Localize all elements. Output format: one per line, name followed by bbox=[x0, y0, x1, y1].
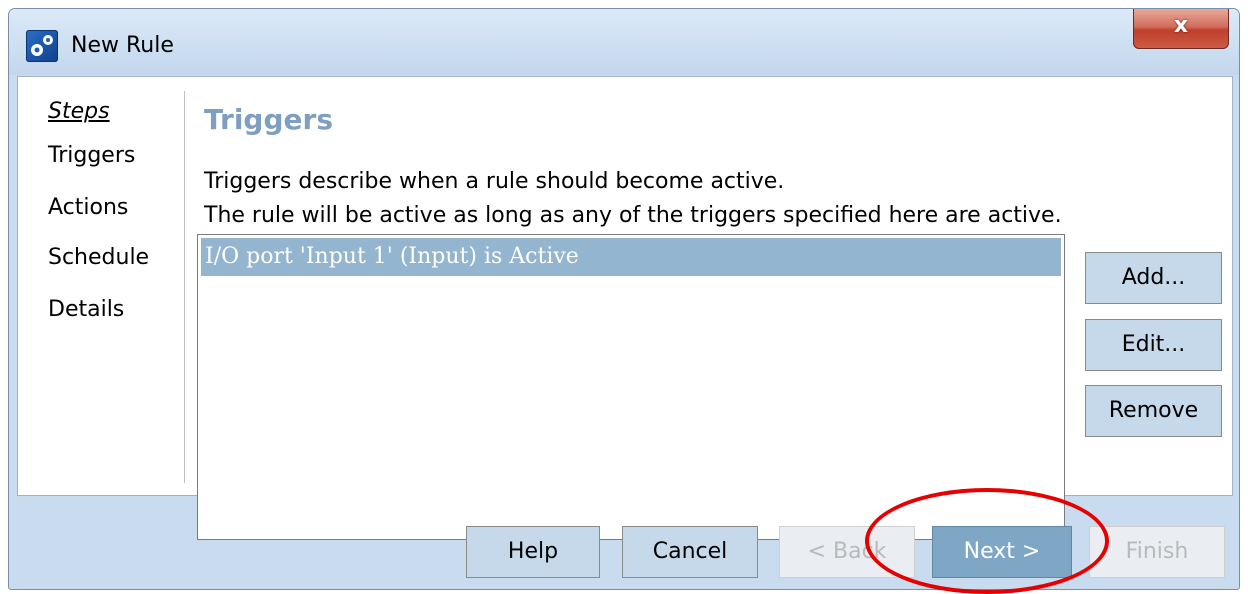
description-line-1: Triggers describe when a rule should bec… bbox=[204, 169, 785, 194]
close-button[interactable]: x bbox=[1133, 9, 1229, 49]
step-triggers: Triggers bbox=[48, 143, 136, 168]
description-line-2: The rule will be active as long as any o… bbox=[204, 203, 1062, 228]
page-heading: Triggers bbox=[204, 103, 333, 136]
remove-button[interactable]: Remove bbox=[1085, 385, 1222, 437]
step-actions: Actions bbox=[48, 195, 129, 220]
wizard-content: Steps Triggers Actions Schedule Details … bbox=[17, 76, 1233, 540]
step-details: Details bbox=[48, 297, 125, 322]
finish-button[interactable]: Finish bbox=[1089, 526, 1225, 578]
list-item[interactable]: I/O port 'Input 1' (Input) is Active bbox=[201, 238, 1061, 276]
help-button[interactable]: Help bbox=[466, 526, 600, 578]
next-button[interactable]: Next > bbox=[932, 526, 1072, 578]
back-button[interactable]: < Back bbox=[779, 526, 915, 578]
window-title: New Rule bbox=[71, 33, 174, 58]
edit-button[interactable]: Edit... bbox=[1085, 319, 1222, 371]
cancel-button[interactable]: Cancel bbox=[622, 526, 758, 578]
title-bar[interactable]: New Rule x bbox=[9, 9, 1239, 75]
settings-gears-icon bbox=[26, 30, 58, 62]
steps-divider bbox=[184, 91, 185, 483]
new-rule-dialog: New Rule x Steps Triggers Actions Schedu… bbox=[8, 8, 1240, 590]
step-schedule: Schedule bbox=[48, 245, 150, 270]
steps-header: Steps bbox=[48, 99, 110, 124]
close-icon: x bbox=[1173, 13, 1189, 38]
add-button[interactable]: Add... bbox=[1085, 252, 1222, 304]
triggers-list[interactable]: I/O port 'Input 1' (Input) is Active bbox=[197, 234, 1065, 540]
